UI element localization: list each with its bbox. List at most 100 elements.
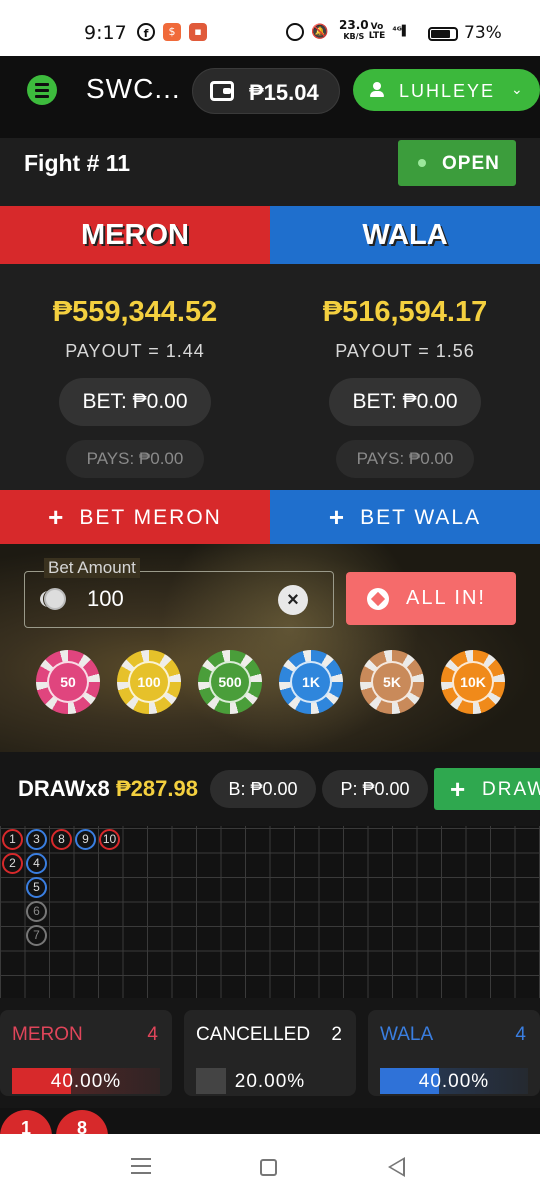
plus-icon: + [48, 502, 66, 532]
bet-amount-field[interactable]: 100 × [24, 571, 334, 628]
wala-header: WALA [270, 206, 540, 264]
trend-result: 3 [26, 829, 47, 850]
bet-pools: ₱559,344.52 PAYOUT = 1.44 BET: ₱0.00 PAY… [0, 264, 540, 490]
stat-percent: 40.00% [418, 1071, 490, 1092]
trend-result: 6 [26, 901, 47, 922]
bet-amount-input[interactable]: 100 [87, 586, 124, 612]
back-icon[interactable] [388, 1157, 405, 1177]
bet-wala-label: BET WALA [360, 506, 482, 529]
chip-1[interactable]: 100 [117, 650, 181, 714]
bet-amount-label: Bet Amount [44, 558, 140, 578]
trend-result: 8 [51, 829, 72, 850]
app-header: SWC... ₱15.04 LUHLEYE ⌄ [0, 56, 540, 138]
chip-label: 100 [128, 661, 170, 703]
draw-amount: ₱287.98 [116, 776, 198, 801]
chip-2[interactable]: 500 [198, 650, 262, 714]
trend-result: 4 [26, 853, 47, 874]
bet-meron-label: BET MERON [79, 506, 222, 529]
net-speed: 23.0 KB/S [339, 18, 369, 41]
alarm-icon [286, 23, 304, 41]
chevron-down-icon: ⌄ [511, 81, 523, 97]
status-badge: OPEN [398, 140, 516, 186]
chip-0[interactable]: 50 [36, 650, 100, 714]
trend-result: 10 [99, 829, 120, 850]
trend-result: 7 [26, 925, 47, 946]
shopping-bag-icon: $ [163, 23, 181, 41]
wala-pool-amount: ₱516,594.17 [322, 296, 488, 328]
stat-name: CANCELLED [196, 1024, 311, 1045]
result-ball: 1 [0, 1110, 52, 1134]
stat-bar: 20.00% [196, 1068, 344, 1094]
stat-count: 2 [331, 1024, 342, 1045]
stat-count: 4 [515, 1024, 526, 1045]
status-time: 9:17 [84, 22, 127, 44]
home-icon[interactable] [260, 1159, 277, 1176]
status-label: OPEN [442, 153, 500, 174]
balance-amount: ₱15.04 [249, 80, 319, 105]
chip-3[interactable]: 1K [279, 650, 343, 714]
meron-bet: BET: ₱0.00 [59, 378, 211, 426]
stat-bar: 40.00% [380, 1068, 528, 1094]
stat-percent: 20.00% [234, 1071, 306, 1092]
stat-count: 4 [147, 1024, 158, 1045]
all-in-button[interactable]: ALL IN! [346, 572, 516, 625]
hamburger-menu-icon[interactable] [27, 75, 57, 105]
user-menu-button[interactable]: LUHLEYE ⌄ [353, 69, 540, 111]
recent-apps-icon[interactable] [131, 1158, 151, 1179]
wala-payout: PAYOUT = 1.56 [335, 341, 475, 361]
bet-wala-button[interactable]: + BET WALA [270, 490, 540, 544]
stat-name: MERON [12, 1024, 83, 1045]
fight-bar: Fight # 11 OPEN [0, 138, 540, 206]
trend-result: 9 [75, 829, 96, 850]
system-nav-bar [0, 1134, 540, 1200]
game-app-icon: ▪ [189, 23, 207, 41]
meron-pool: ₱559,344.52 PAYOUT = 1.44 BET: ₱0.00 PAY… [0, 264, 270, 490]
plus-icon: + [328, 502, 347, 532]
meron-pool-amount: ₱559,344.52 [52, 296, 218, 328]
facebook-icon: f [137, 23, 155, 41]
status-dot [418, 159, 426, 167]
chip-4[interactable]: 5K [360, 650, 424, 714]
status-bar: 9:17 f $ ▪ 🔕 23.0 KB/S Vo LTE ⁴ᴳ▌ 73% [0, 0, 540, 56]
stat-card-cancelled: CANCELLED 2 20.00% [184, 1010, 356, 1096]
bet-meron-button[interactable]: + BET MERON [0, 490, 270, 544]
wallet-icon [210, 81, 234, 101]
battery-icon [428, 27, 458, 41]
chip-label: 10K [452, 661, 494, 703]
result-stats: MERON 4 40.00% CANCELLED 2 20.00% WALA 4 40.00% [0, 998, 540, 1108]
mute-icon: 🔕 [311, 24, 329, 40]
volte-icon: Vo LTE [368, 22, 386, 41]
stat-percent: 40.00% [50, 1071, 122, 1092]
chip-5[interactable]: 10K [441, 650, 505, 714]
chip-label: 500 [209, 661, 251, 703]
draw-pays: P: ₱0.00 [322, 770, 428, 808]
stat-name: WALA [380, 1024, 434, 1045]
stat-bar: 40.00% [12, 1068, 160, 1094]
trend-result: 1 [2, 829, 23, 850]
username: LUHLEYE [399, 81, 496, 101]
draw-label: DRAWx8 [18, 776, 110, 801]
bet-amount-area: 100 × Bet Amount ALL IN! 50 100 500 1K 5K 10K [0, 544, 540, 752]
stat-card-meron: MERON 4 40.00% [0, 1010, 172, 1096]
clear-icon[interactable]: × [278, 585, 308, 615]
chip-label: 50 [47, 661, 89, 703]
battery-percent: 73% [464, 23, 502, 43]
trend-result: 5 [26, 877, 47, 898]
wala-pays: PAYS: ₱0.00 [336, 440, 474, 478]
chip-label: 1K [290, 661, 332, 703]
trend-board: 1 2 3 4 5 6 7 8 9 10 [0, 826, 540, 998]
chip-icon [367, 588, 389, 610]
wala-bet: BET: ₱0.00 [329, 378, 481, 426]
meron-payout: PAYOUT = 1.44 [65, 341, 205, 361]
draw-bet-button[interactable]: + DRAW [434, 768, 540, 810]
fight-title: Fight # 11 [24, 150, 131, 176]
signal-icon: ⁴ᴳ▌ [392, 26, 410, 37]
results-strip: 18 [0, 1108, 540, 1134]
draw-button-label: DRAW [482, 779, 540, 800]
chip-label: 5K [371, 661, 413, 703]
draw-bet: B: ₱0.00 [210, 770, 316, 808]
trend-result: 2 [2, 853, 23, 874]
wallet-balance[interactable]: ₱15.04 [192, 68, 340, 114]
wala-pool: ₱516,594.17 PAYOUT = 1.56 BET: ₱0.00 PAY… [270, 264, 540, 490]
coin-icon [40, 588, 66, 610]
